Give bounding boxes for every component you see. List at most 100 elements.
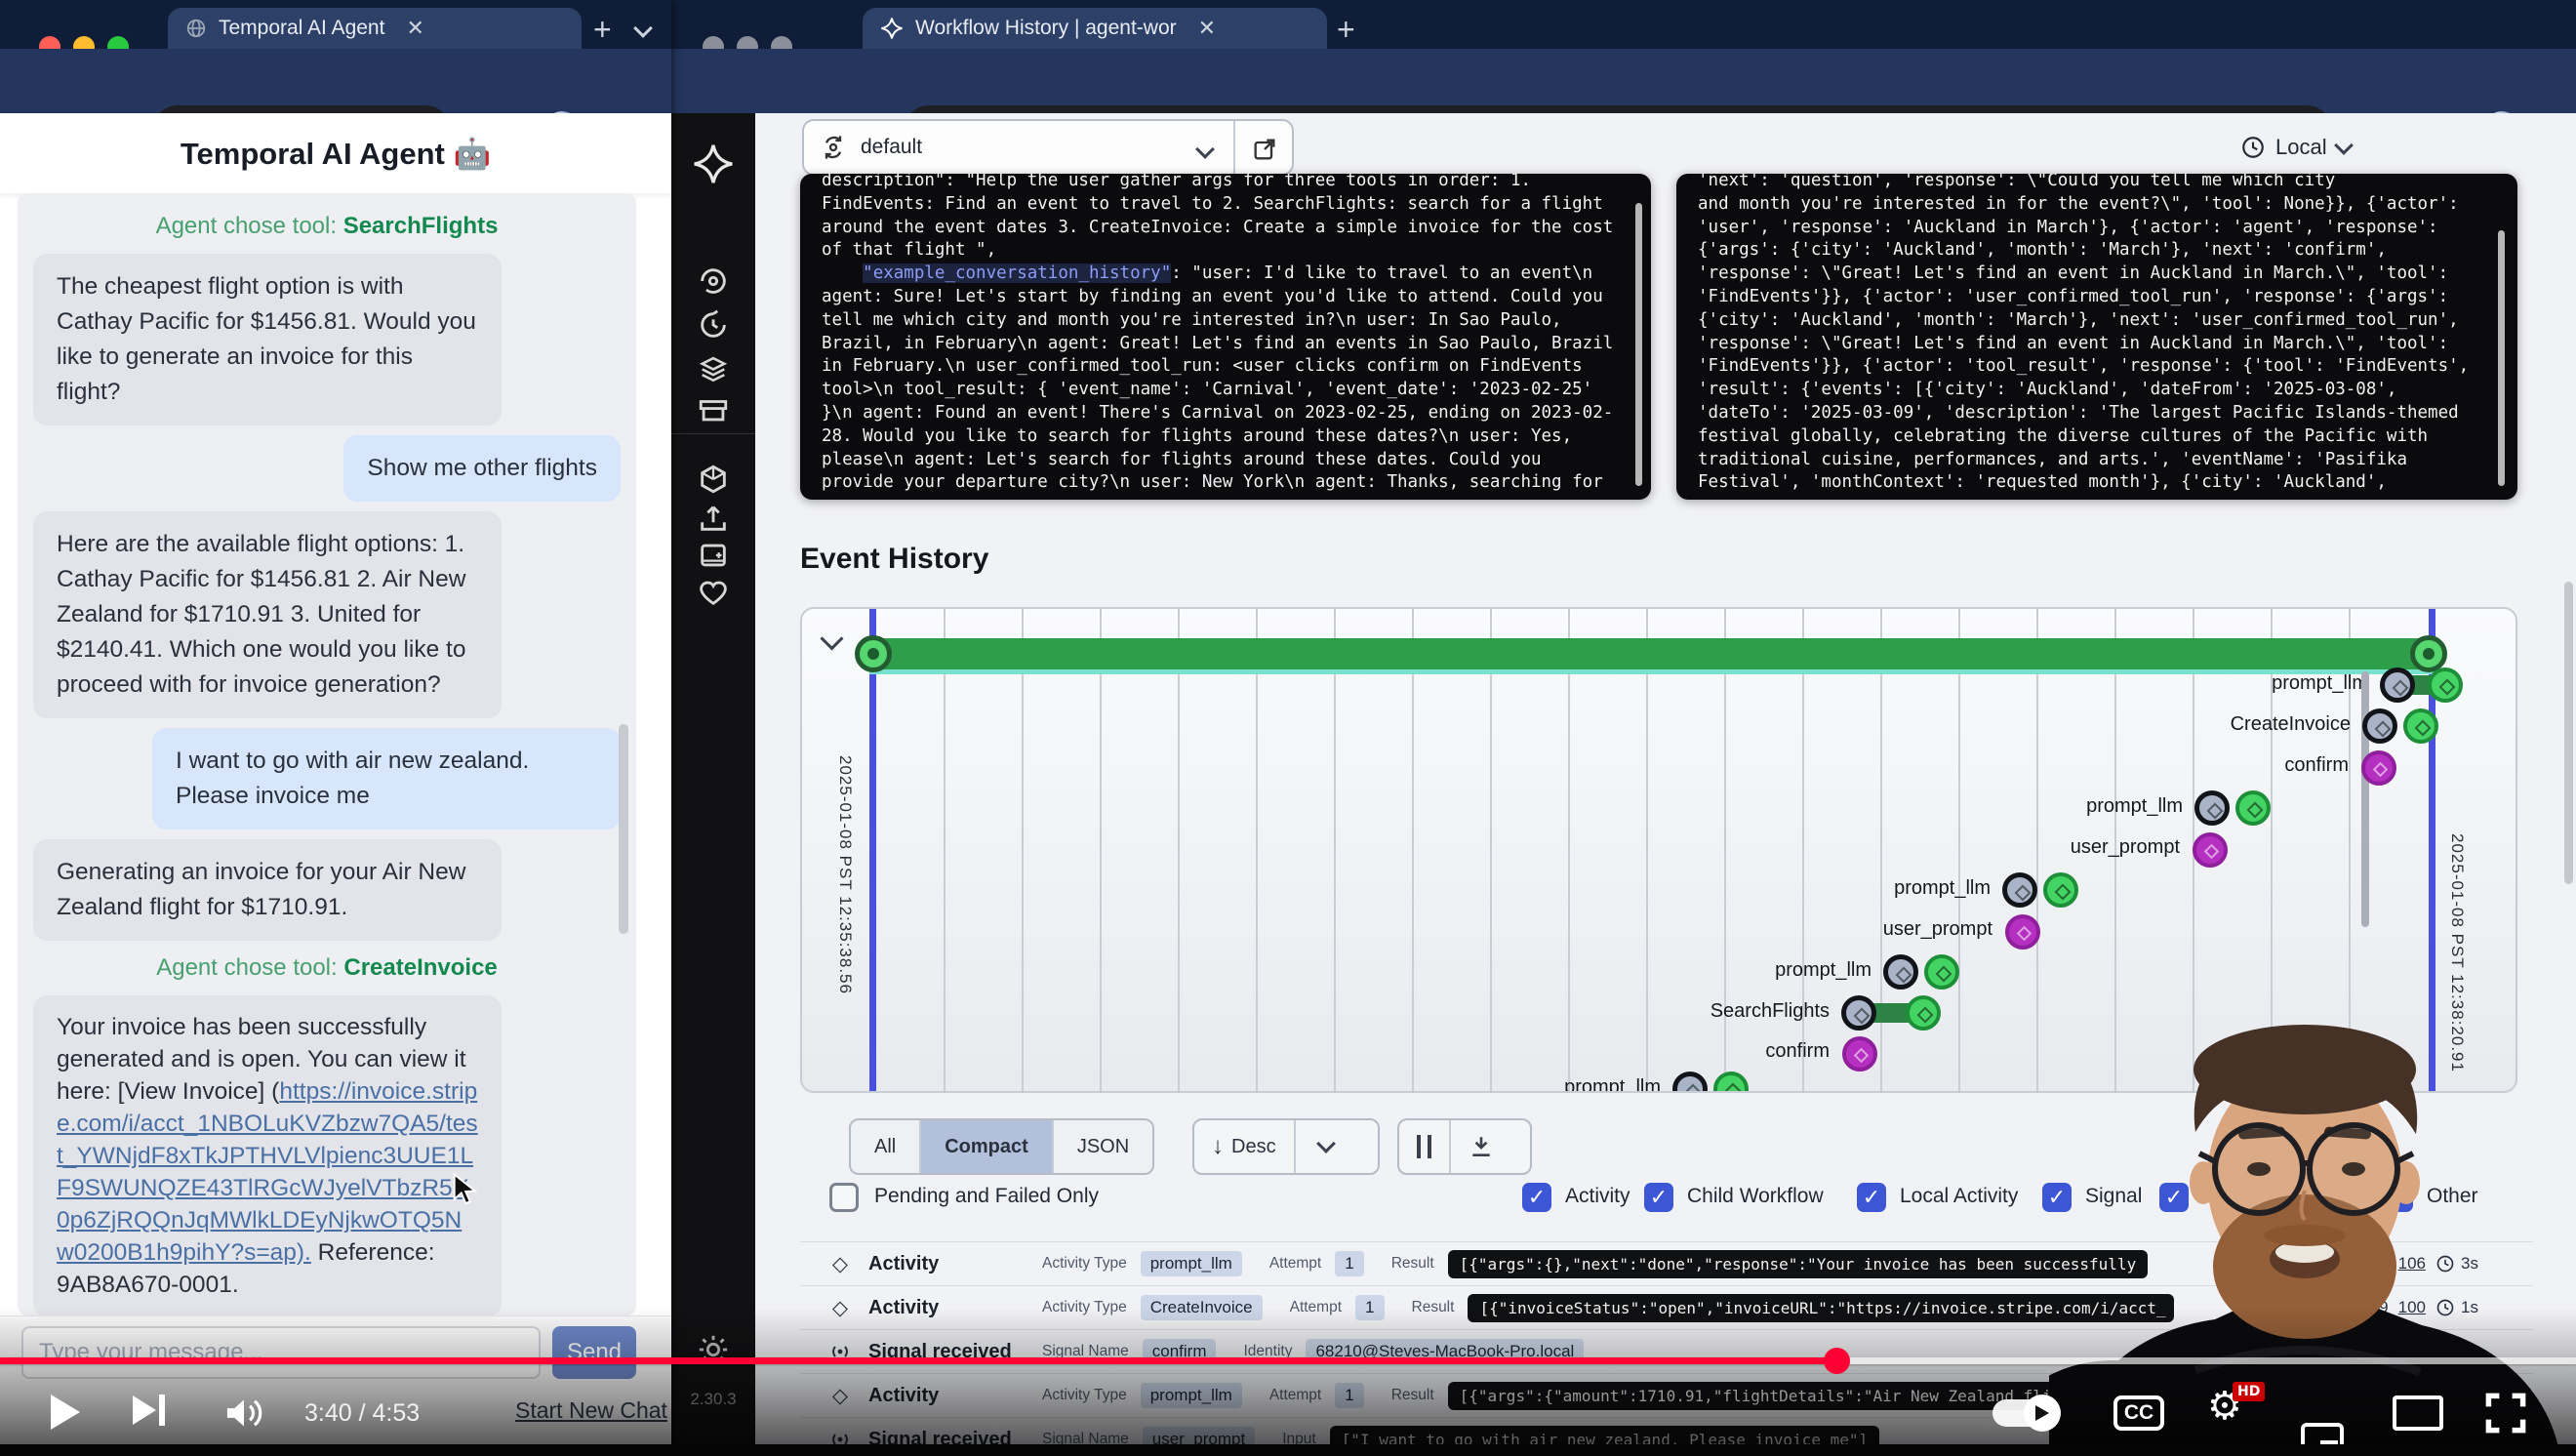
- code-right-scrollbar[interactable]: [2498, 230, 2505, 486]
- tab-temporal-ai-agent[interactable]: Temporal AI Agent ✕: [168, 8, 582, 49]
- code-line: "example_conversation_history": "user: I…: [822, 263, 1631, 286]
- message-input[interactable]: [21, 1326, 541, 1379]
- event-field-label: Attempt: [1290, 1299, 1342, 1316]
- timeline-event-label: prompt_llm: [2086, 795, 2183, 818]
- event-field-value: prompt_llm: [1141, 1383, 1242, 1408]
- event-row-activity[interactable]: ◇ActivityActivity Typeprompt_llmAttempt1…: [800, 1241, 2533, 1285]
- signal-marker[interactable]: [2193, 832, 2228, 868]
- theme-toggle-sun-icon[interactable]: [697, 1333, 730, 1366]
- user-message: Show me other flights: [343, 435, 621, 502]
- activity-completed-marker[interactable]: [1924, 954, 1959, 990]
- activity-scheduled-marker[interactable]: [2002, 872, 2037, 908]
- activity-scheduled-marker[interactable]: [1883, 954, 1918, 990]
- filter-checkbox-local-activity[interactable]: ✓: [1857, 1183, 1886, 1212]
- event-id-link[interactable]: 94: [2407, 1342, 2426, 1361]
- event-row-signal[interactable]: Signal receivedSignal Nameuser_promptInp…: [800, 1417, 2533, 1456]
- workflow-input-json[interactable]: description": "Help the user gather args…: [800, 174, 1651, 500]
- activity-scheduled-marker[interactable]: [2194, 790, 2230, 826]
- event-id-link[interactable]: 105: [2360, 1254, 2388, 1274]
- history-view-switcher: AllCompactJSON: [849, 1118, 1154, 1175]
- close-tab-icon[interactable]: ✕: [406, 16, 423, 41]
- namespace-select[interactable]: default: [802, 119, 1294, 176]
- filter-checkbox-timer[interactable]: ✓: [2159, 1183, 2189, 1212]
- sort-desc-button[interactable]: ↓Desc: [1194, 1120, 1296, 1173]
- activity-scheduled-marker[interactable]: [2362, 708, 2397, 744]
- activity-completed-marker[interactable]: [2428, 667, 2463, 703]
- batch-operations-icon[interactable]: [697, 351, 730, 384]
- namespace-switcher-icon: [820, 134, 847, 161]
- share-feedback-icon[interactable]: [697, 502, 730, 535]
- agent-message: Generating an invoice for your Air New Z…: [33, 839, 502, 941]
- signal-marker[interactable]: [2361, 750, 2396, 786]
- new-tab-button[interactable]: +: [1337, 12, 1355, 48]
- view-compact-button[interactable]: Compact: [921, 1120, 1054, 1173]
- support-heart-icon[interactable]: [697, 576, 730, 609]
- tab-search-chevron-icon[interactable]: [636, 21, 650, 40]
- tool-prefix: Agent chose tool:: [156, 213, 343, 239]
- filter-checkbox-child-workflow[interactable]: ✓: [1644, 1183, 1673, 1212]
- event-field-label: Input: [1282, 1431, 1315, 1448]
- download-button[interactable]: [1451, 1120, 1511, 1173]
- archival-icon[interactable]: [697, 393, 730, 426]
- tool-name: SearchFlights: [343, 213, 499, 239]
- labs-mode-icon[interactable]: [697, 539, 730, 572]
- activity-scheduled-marker[interactable]: [1672, 1072, 1708, 1093]
- code-line: {'city': 'Auckland', 'month': 'March'}, …: [1698, 309, 2498, 333]
- workflow-start-marker[interactable]: [855, 635, 892, 672]
- timeline-gridline: [1334, 609, 1336, 1091]
- signal-marker[interactable]: [2005, 914, 2040, 950]
- activity-diamond-icon: ◇: [825, 1296, 855, 1320]
- code-line: of that flight ",: [822, 239, 1631, 263]
- code-left-scrollbar[interactable]: [1635, 203, 1642, 486]
- code-line: around the event dates 3. CreateInvoice:…: [822, 217, 1631, 240]
- view-json-button[interactable]: JSON: [1054, 1120, 1152, 1173]
- temporal-logo-icon[interactable]: [692, 142, 735, 185]
- timeline-event-label: confirm: [2284, 754, 2349, 777]
- event-id-link[interactable]: 99: [2370, 1298, 2389, 1317]
- start-new-chat-link[interactable]: Start New Chat: [515, 1397, 667, 1424]
- pending-failed-checkbox[interactable]: [829, 1183, 859, 1212]
- namespaces-icon[interactable]: [697, 463, 730, 496]
- filter-checkbox-signal[interactable]: ✓: [2042, 1183, 2072, 1212]
- sort-options-chevron[interactable]: [1296, 1120, 1356, 1173]
- activity-completed-marker[interactable]: [2403, 708, 2438, 744]
- activity-completed-marker[interactable]: [2043, 872, 2078, 908]
- filter-checkbox-other[interactable]: ✓: [2384, 1183, 2413, 1212]
- tab-workflow-history[interactable]: Workflow History | agent-wor ✕: [863, 8, 1327, 49]
- event-id-link[interactable]: 100: [2398, 1298, 2426, 1317]
- pause-button[interactable]: [1399, 1120, 1451, 1173]
- video-frame: Temporal AI Agent ✕ + ← → localhost:5173…: [0, 0, 2576, 1456]
- activity-completed-marker[interactable]: [1713, 1072, 1749, 1093]
- signal-marker[interactable]: [1842, 1036, 1877, 1072]
- new-tab-button[interactable]: +: [593, 12, 612, 48]
- timeline-scrollbar[interactable]: [2361, 671, 2369, 927]
- activity-completed-marker[interactable]: [1906, 995, 1941, 1031]
- schedules-icon[interactable]: [697, 308, 730, 342]
- tool-name: CreateInvoice: [343, 954, 497, 981]
- event-row-signal[interactable]: Signal receivedSignal NameconfirmIdentit…: [800, 1329, 2533, 1373]
- workflows-icon[interactable]: [697, 264, 730, 298]
- activity-completed-marker[interactable]: [2235, 790, 2271, 826]
- activity-scheduled-marker[interactable]: [1841, 995, 1876, 1031]
- event-row-activity[interactable]: ◇ActivityActivity TypeCreateInvoiceAttem…: [800, 1285, 2533, 1329]
- event-title: Signal received: [868, 1429, 1015, 1451]
- invoice-link[interactable]: https://invoice.stripe.com/i/acct_1NBOLu…: [57, 1078, 478, 1266]
- user-message: I want to go with air new zealand. Pleas…: [152, 728, 621, 829]
- close-tab-icon[interactable]: ✕: [1198, 16, 1216, 41]
- event-row-activity[interactable]: ◇ActivityActivity Typeprompt_llmAttempt1…: [800, 1373, 2533, 1417]
- event-id-link[interactable]: 106: [2398, 1254, 2426, 1274]
- activity-scheduled-marker[interactable]: [2380, 667, 2415, 703]
- filter-checkbox-activity[interactable]: ✓: [1522, 1183, 1551, 1212]
- scroll-to-top-button[interactable]: [2441, 1378, 2506, 1436]
- code-line: description": "Help the user gather args…: [822, 174, 1631, 193]
- workflow-result-json[interactable]: 'next': 'question', 'response': \"Could …: [1676, 174, 2517, 500]
- view-all-button[interactable]: All: [851, 1120, 921, 1173]
- workflow-execution-bar[interactable]: [869, 638, 2435, 669]
- chat-scrollbar[interactable]: [619, 724, 628, 934]
- page-scrollbar[interactable]: [2564, 582, 2573, 884]
- send-button[interactable]: Send: [552, 1326, 636, 1379]
- code-line: 'dateTo': '2025-03-09', 'description': '…: [1698, 402, 2498, 425]
- open-external-icon[interactable]: [1251, 136, 1278, 163]
- timeline-event-label: user_prompt: [2071, 836, 2180, 859]
- timezone-select[interactable]: Local: [2240, 135, 2351, 160]
